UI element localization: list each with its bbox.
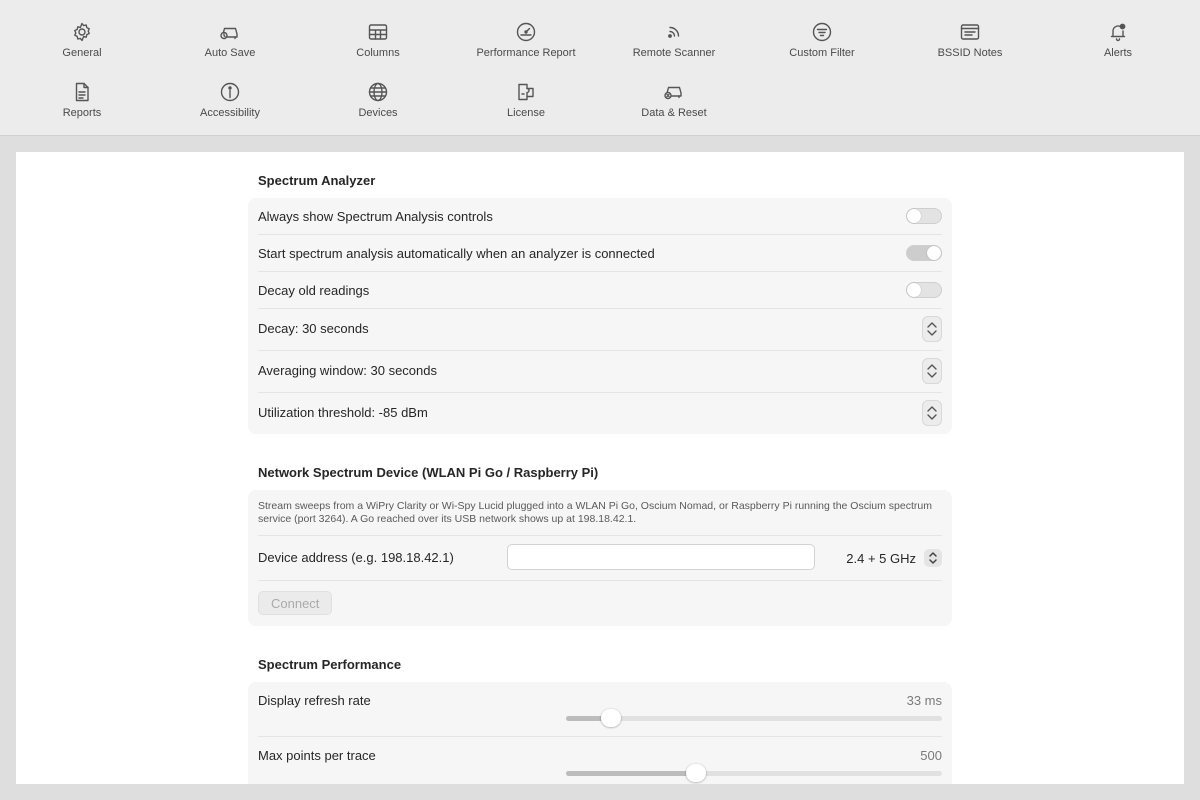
band-select-value: 2.4 + 5 GHz xyxy=(846,550,916,566)
toolbar-item-label: License xyxy=(507,107,545,119)
toolbar-item-custom-filter[interactable]: Custom Filter xyxy=(748,20,896,59)
preferences-toolbar: General Auto Save Columns Performance Re… xyxy=(0,0,1200,136)
toolbar-item-label: Devices xyxy=(358,107,398,119)
max-points-label: Max points per trace xyxy=(258,748,376,763)
description-row: Stream sweeps from a WiPry Clarity or Wi… xyxy=(258,490,942,536)
gauge-icon xyxy=(514,20,538,44)
chevron-up-icon xyxy=(927,322,937,328)
threshold-stepper[interactable] xyxy=(922,400,942,426)
max-points-value: 500 xyxy=(920,748,942,763)
slider-track xyxy=(566,716,942,721)
threshold-row: Utilization threshold: -85 dBm xyxy=(258,393,942,434)
device-address-row: Device address (e.g. 198.18.42.1) 2.4 + … xyxy=(258,536,942,581)
always-show-row: Always show Spectrum Analysis controls xyxy=(258,198,942,235)
connect-row: Connect xyxy=(258,581,942,626)
decay-label: Decay: 30 seconds xyxy=(258,321,369,336)
toolbar-item-label: Reports xyxy=(62,107,102,119)
chevron-up-icon xyxy=(927,364,937,370)
toolbar-item-label: Data & Reset xyxy=(641,107,707,119)
spectrum-analyzer-group: Always show Spectrum Analysis controls S… xyxy=(248,198,952,434)
connect-button[interactable]: Connect xyxy=(258,591,333,615)
network-device-group: Stream sweeps from a WiPry Clarity or Wi… xyxy=(248,490,952,626)
toolbar-item-reports[interactable]: Reports xyxy=(8,80,156,119)
license-icon xyxy=(514,80,538,104)
section-title-network-device: Network Spectrum Device (WLAN Pi Go / Ra… xyxy=(258,465,599,480)
toolbar-item-label: Performance Report xyxy=(476,47,576,59)
toolbar-item-performance-report[interactable]: Performance Report xyxy=(452,20,600,59)
decay-old-row: Decay old readings xyxy=(258,272,942,309)
table-icon xyxy=(366,20,390,44)
chevron-up-icon xyxy=(927,406,937,412)
toolbar-item-accessibility[interactable]: Accessibility xyxy=(156,80,304,119)
decay-stepper[interactable] xyxy=(922,316,942,342)
toolbar-item-label: Accessibility xyxy=(200,107,260,119)
toolbar-item-label: General xyxy=(62,47,102,59)
bell-badge-icon xyxy=(1106,20,1130,44)
auto-start-row: Start spectrum analysis automatically wh… xyxy=(258,235,942,272)
refresh-rate-label: Display refresh rate xyxy=(258,693,371,708)
decay-old-toggle[interactable] xyxy=(906,282,942,298)
threshold-label: Utilization threshold: -85 dBm xyxy=(258,405,428,420)
slider-fill xyxy=(566,771,696,776)
decay-old-label: Decay old readings xyxy=(258,283,370,298)
device-address-input[interactable] xyxy=(507,544,815,570)
chevron-down-icon xyxy=(927,330,937,336)
toolbar-item-label: Alerts xyxy=(1103,47,1133,59)
globe-icon xyxy=(366,80,390,104)
max-points-slider[interactable] xyxy=(566,763,942,783)
toolbar-item-general[interactable]: General xyxy=(8,20,156,59)
chevron-down-icon xyxy=(927,414,937,420)
toolbar-item-label: Auto Save xyxy=(204,47,256,59)
toolbar-item-auto-save[interactable]: Auto Save xyxy=(156,20,304,59)
toolbar-item-label: Columns xyxy=(356,47,400,59)
toolbar-item-bssid-notes[interactable]: BSSID Notes xyxy=(896,20,1044,59)
refresh-rate-value: 33 ms xyxy=(906,693,942,708)
filter-icon xyxy=(810,20,834,44)
always-show-toggle[interactable] xyxy=(906,208,942,224)
band-select[interactable]: 2.4 + 5 GHz xyxy=(846,547,942,569)
car-reset-icon xyxy=(662,80,686,104)
always-show-label: Always show Spectrum Analysis controls xyxy=(258,209,493,224)
averaging-label: Averaging window: 30 seconds xyxy=(258,363,437,378)
averaging-row: Averaging window: 30 seconds xyxy=(258,351,942,393)
toggle-knob xyxy=(927,246,941,260)
auto-start-label: Start spectrum analysis automatically wh… xyxy=(258,246,655,261)
device-address-label: Device address (e.g. 198.18.42.1) xyxy=(258,550,454,565)
toggle-knob xyxy=(907,209,921,223)
toolbar-item-alerts[interactable]: Alerts xyxy=(1044,20,1192,59)
chevron-down-icon xyxy=(927,372,937,378)
accessibility-icon xyxy=(218,80,242,104)
section-title-performance: Spectrum Performance xyxy=(258,657,402,672)
toolbar-item-label: Remote Scanner xyxy=(632,47,716,59)
slider-thumb[interactable] xyxy=(601,709,622,727)
max-points-row: Max points per trace 500 xyxy=(258,737,942,784)
document-icon xyxy=(70,80,94,104)
toggle-knob xyxy=(907,283,921,297)
averaging-stepper[interactable] xyxy=(922,358,942,384)
refresh-rate-slider[interactable] xyxy=(566,708,942,728)
network-device-description: Stream sweeps from a WiPry Clarity or Wi… xyxy=(258,500,932,525)
refresh-rate-row: Display refresh rate 33 ms xyxy=(258,682,942,737)
car-clock-icon xyxy=(218,20,242,44)
section-title-spectrum-analyzer: Spectrum Analyzer xyxy=(258,173,376,188)
toolbar-item-columns[interactable]: Columns xyxy=(304,20,452,59)
auto-start-toggle[interactable] xyxy=(906,245,942,261)
toolbar-item-label: BSSID Notes xyxy=(937,47,1003,59)
toolbar-item-data-reset[interactable]: Data & Reset xyxy=(600,80,748,119)
slider-thumb[interactable] xyxy=(685,764,706,782)
toolbar-item-remote-scanner[interactable]: Remote Scanner xyxy=(600,20,748,59)
notes-window-icon xyxy=(958,20,982,44)
toolbar-item-license[interactable]: License xyxy=(452,80,600,119)
performance-group: Display refresh rate 33 ms Max points pe… xyxy=(248,682,952,784)
decay-row: Decay: 30 seconds xyxy=(258,309,942,351)
signal-icon xyxy=(662,20,686,44)
updown-chevron-icon xyxy=(924,549,942,567)
toolbar-item-label: Custom Filter xyxy=(789,47,855,59)
toolbar-item-devices[interactable]: Devices xyxy=(304,80,452,119)
settings-content: Spectrum Analyzer Always show Spectrum A… xyxy=(16,152,1184,784)
gear-icon xyxy=(70,20,94,44)
